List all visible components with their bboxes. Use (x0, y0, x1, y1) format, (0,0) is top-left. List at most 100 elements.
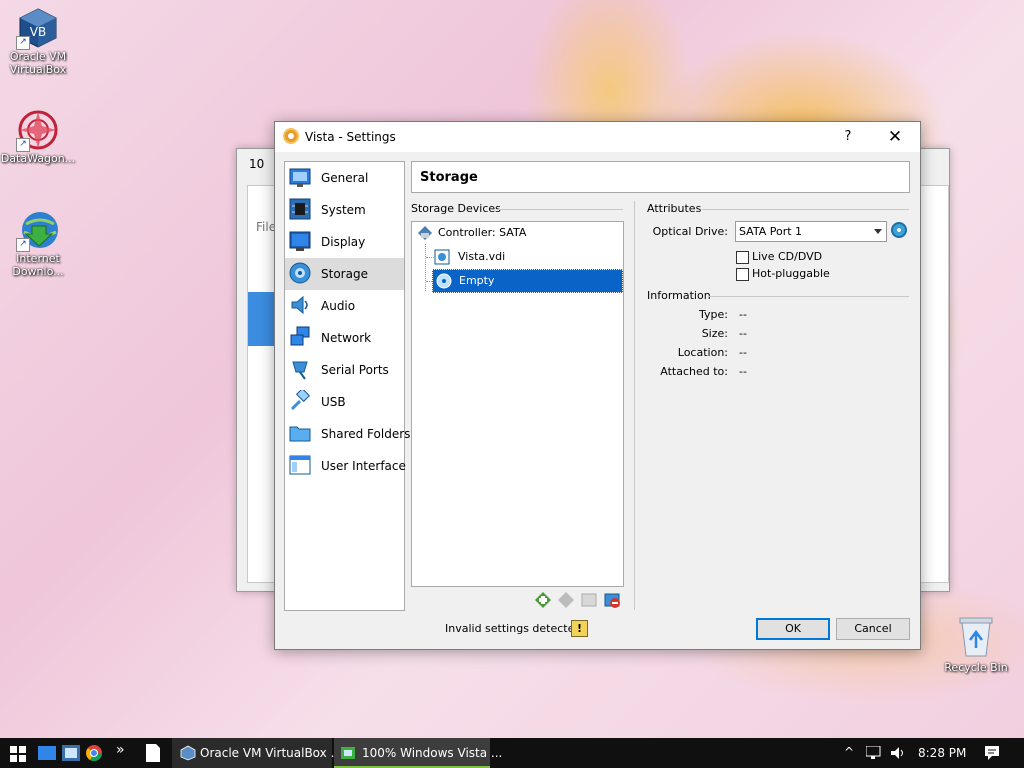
network-tray-icon[interactable] (865, 745, 882, 763)
file-button[interactable] (146, 744, 160, 765)
close-button[interactable]: ✕ (881, 126, 909, 148)
vm-window-icon (341, 747, 355, 759)
chevron-down-icon (874, 229, 882, 234)
page-header: Storage (411, 161, 910, 193)
live-cd-label: Live CD/DVD (752, 250, 823, 263)
task-label: Oracle VM VirtualBox ... (200, 746, 343, 760)
chrome-button[interactable] (86, 745, 103, 764)
nav-label: General (321, 171, 369, 185)
serial-ports-icon (289, 358, 311, 380)
cancel-button[interactable]: Cancel (836, 618, 910, 640)
datawagon-icon: ↗ (16, 108, 60, 152)
tree-guide (426, 257, 434, 258)
nav-item-system[interactable]: System (285, 194, 404, 226)
desktop-icon-datawagon[interactable]: ↗ DataWagon... (0, 108, 76, 165)
tree-item-optical[interactable]: Empty (432, 269, 623, 293)
optical-disc-icon (436, 273, 452, 289)
network-app-icon (62, 745, 80, 761)
nav-item-general[interactable]: General (285, 162, 404, 194)
choose-disk-button[interactable] (891, 222, 907, 238)
info-location-label: Location: (677, 346, 728, 359)
info-attached-label: Attached to: (660, 365, 728, 378)
add-controller-button[interactable] (534, 591, 552, 609)
desktop-icon-internet-download[interactable]: ↗ Internet Downlo... (0, 208, 76, 278)
chrome-icon (86, 745, 103, 762)
nav-label: System (321, 203, 366, 217)
nav-label: Shared Folders (321, 427, 411, 441)
shortcut-arrow-icon: ↗ (16, 138, 30, 152)
remove-attachment-button[interactable] (603, 591, 621, 609)
settings-nav: General System Display Storage Audio Net… (284, 161, 410, 611)
windows-logo-icon (10, 746, 26, 762)
network-icon (289, 326, 311, 348)
optical-drive-label: Optical Drive: (652, 225, 728, 238)
nav-item-audio[interactable]: Audio (285, 290, 404, 322)
live-cd-checkbox[interactable] (736, 251, 749, 264)
desktop-icon-label: Internet Downlo... (12, 252, 64, 278)
start-button[interactable] (10, 746, 26, 765)
clock[interactable]: 8:28 PM (918, 746, 966, 760)
nav-item-network[interactable]: Network (285, 322, 404, 354)
recycle-bin-label: Recycle Bin (944, 661, 1008, 674)
nav-label: USB (321, 395, 346, 409)
nav-label: Network (321, 331, 372, 345)
storage-icon (289, 262, 311, 284)
file-icon (146, 744, 160, 762)
task-view-button[interactable] (38, 746, 56, 763)
nav-item-storage[interactable]: Storage (285, 258, 404, 290)
action-center-button[interactable] (984, 745, 1000, 764)
nav-item-display[interactable]: Display (285, 226, 404, 258)
warning-icon[interactable]: ! (571, 620, 588, 637)
desktop: VB ↗ Oracle VM VirtualBox ↗ DataWagon...… (0, 0, 1024, 738)
tree-item-controller[interactable]: Controller: SATA (414, 222, 619, 244)
nav-item-usb[interactable]: USB (285, 386, 404, 418)
nav-label: User Interface (321, 459, 406, 473)
status-text: Invalid settings detected (445, 622, 582, 635)
optical-drive-value: SATA Port 1 (739, 225, 803, 238)
virtualbox-icon: VB ↗ (16, 6, 60, 50)
shortcut-arrow-icon: ↗ (16, 238, 30, 252)
optical-drive-select[interactable]: SATA Port 1 (735, 221, 887, 242)
user-interface-icon (289, 454, 311, 476)
general-icon (289, 166, 311, 188)
storage-tree[interactable]: Controller: SATA Vista.vdi Empty (411, 221, 624, 587)
storage-devices-label: Storage Devices (411, 202, 501, 215)
nav-item-serial-ports[interactable]: Serial Ports (285, 354, 404, 386)
controller-icon (418, 226, 432, 240)
taskbar-task-vista-vm[interactable]: 100% Windows Vista ... (334, 738, 502, 768)
tree-label: Controller: SATA (438, 226, 527, 239)
tree-label: Empty (459, 274, 495, 287)
recycle-bin-icon (959, 617, 993, 657)
separator (709, 296, 909, 297)
nav-label: Audio (321, 299, 356, 313)
info-location-value: -- (739, 346, 747, 359)
overflow-icon[interactable]: » (116, 742, 125, 758)
remove-controller-button[interactable] (580, 591, 598, 609)
hard-disk-icon (434, 249, 450, 265)
settings-dialog: Vista - Settings ? ✕ General System Disp… (274, 121, 921, 650)
desktop-icon-virtualbox[interactable]: VB ↗ Oracle VM VirtualBox (0, 6, 76, 76)
hot-pluggable-label: Hot-pluggable (752, 267, 830, 280)
notifications-icon (985, 746, 999, 760)
remove-attachment-icon (604, 593, 620, 608)
taskbar-task-virtualbox[interactable]: Oracle VM VirtualBox ... (172, 738, 342, 768)
add-attachment-button[interactable] (557, 591, 575, 609)
hot-pluggable-checkbox[interactable] (736, 268, 749, 281)
network-app-button[interactable] (62, 745, 80, 764)
desktop-icon-recycle-bin[interactable]: Recycle Bin (944, 614, 1008, 674)
shortcut-arrow-icon: ↗ (16, 36, 30, 50)
nav-item-shared-folders[interactable]: Shared Folders (285, 418, 410, 450)
help-button[interactable]: ? (837, 126, 859, 148)
volume-icon[interactable] (890, 746, 906, 763)
nav-item-user-interface[interactable]: User Interface (285, 450, 406, 482)
information-label: Information (647, 289, 711, 302)
system-icon (289, 198, 311, 220)
remove-controller-icon (581, 593, 597, 607)
tray-chevron-icon[interactable]: ^ (844, 745, 854, 759)
desktop-icon-label: DataWagon... (0, 152, 76, 165)
ok-button[interactable]: OK (756, 618, 830, 640)
page-title: Storage (420, 170, 478, 185)
info-type-value: -- (739, 308, 747, 321)
tree-item-disk[interactable]: Vista.vdi (434, 246, 618, 268)
dialog-titlebar: Vista - Settings ? ✕ (275, 122, 920, 152)
